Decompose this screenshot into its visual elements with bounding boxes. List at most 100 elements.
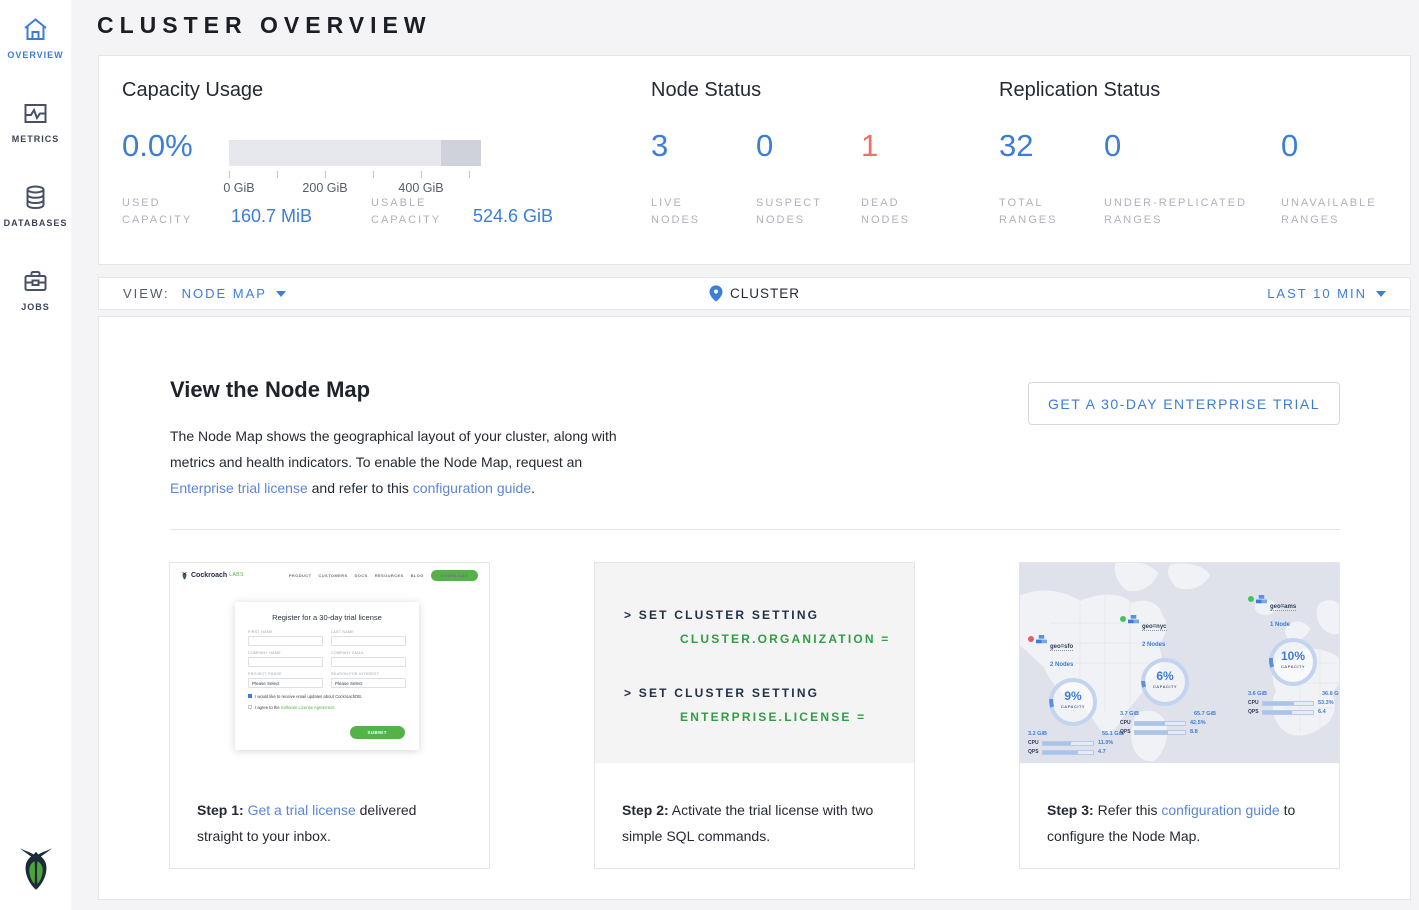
capacity-bar-reserved-segment xyxy=(441,140,481,166)
view-label: VIEW: xyxy=(123,286,170,301)
node-cubes-icon xyxy=(1256,595,1267,606)
qps-value: 8.8 xyxy=(1190,729,1198,735)
map-node-nyc: geo=nyc 2 Nodes 6% CAPACITY 3.7 GiB 65.7… xyxy=(1120,615,1216,735)
node-locality-label: geo=ams xyxy=(1270,604,1296,611)
under-replicated-ranges-count: 0 xyxy=(1104,128,1121,164)
configuration-guide-link[interactable]: configuration guide xyxy=(413,480,531,496)
sidebar-item-label: JOBS xyxy=(21,302,50,312)
sql-setting: CLUSTER.ORGANIZATION = xyxy=(624,631,914,647)
node-total-capacity: 36.6 GiB xyxy=(1322,691,1339,697)
sql-commands-snippet: > SET CLUSTER SETTING CLUSTER.ORGANIZATI… xyxy=(595,563,914,763)
node-status-dot-dead xyxy=(1028,636,1034,642)
capacity-donut: 6% CAPACITY xyxy=(1138,655,1192,709)
node-status-dot-live xyxy=(1248,596,1254,602)
node-map-preview: geo=sfo 2 Nodes 9% CAPACITY 3.2 GiB 55.1… xyxy=(1020,563,1339,763)
sidebar-item-jobs[interactable]: JOBS xyxy=(0,252,71,312)
sidebar-item-overview[interactable]: OVERVIEW xyxy=(0,0,71,60)
live-nodes-count: 3 xyxy=(651,128,668,164)
step1-registration-screenshot: CockroachLABS PRODUCT CUSTOMERS DOCS RES… xyxy=(170,563,489,763)
total-ranges-count: 32 xyxy=(999,128,1033,164)
sidebar-item-label: METRICS xyxy=(12,134,60,144)
used-capacity-label: USEDCAPACITY xyxy=(122,195,192,229)
unavailable-ranges-label: UNAVAILABLERANGES xyxy=(1281,195,1377,229)
chevron-down-icon xyxy=(1376,291,1386,297)
capacity-bar xyxy=(229,140,481,166)
capacity-donut: 9% CAPACITY xyxy=(1046,675,1100,729)
trial-license-form: Register for a 30-day trial license FIRS… xyxy=(235,602,419,750)
node-locality-label: geo=sfo xyxy=(1050,644,1073,651)
node-status-dot-live xyxy=(1120,616,1126,622)
qps-value: 6.4 xyxy=(1318,709,1326,715)
step1-card: CockroachLABS PRODUCT CUSTOMERS DOCS RES… xyxy=(169,562,490,869)
node-cubes-icon xyxy=(1128,615,1139,626)
sidebar-item-metrics[interactable]: METRICS xyxy=(0,84,71,144)
capacity-donut: 10% CAPACITY xyxy=(1266,635,1320,689)
step2-card: > SET CLUSTER SETTING CLUSTER.ORGANIZATI… xyxy=(594,562,915,869)
mini-site-nav: PRODUCT CUSTOMERS DOCS RESOURCES BLOG DO… xyxy=(289,570,478,581)
cpu-sparkline xyxy=(1042,741,1094,746)
map-node-sfo: geo=sfo 2 Nodes 9% CAPACITY 3.2 GiB 55.1… xyxy=(1028,635,1124,755)
last-name-field xyxy=(331,636,406,646)
node-count-label: 1 Node xyxy=(1270,622,1290,628)
database-icon xyxy=(22,184,49,211)
sidebar-item-label: DATABASES xyxy=(4,218,68,228)
company-email-field xyxy=(331,657,406,667)
home-icon xyxy=(22,16,49,43)
email-updates-checkbox xyxy=(248,694,252,698)
qps-sparkline xyxy=(1042,750,1094,755)
suspect-nodes-count: 0 xyxy=(756,128,773,164)
unavailable-ranges-count: 0 xyxy=(1281,128,1298,164)
capacity-axis-labels: 0 GiB 200 GiB 400 GiB xyxy=(229,181,481,197)
cpu-sparkline xyxy=(1134,721,1186,726)
cluster-summary-panel: Capacity Usage 0.0% 0 GiB 200 GiB 400 Gi… xyxy=(98,55,1411,265)
node-locality-label: geo=nyc xyxy=(1142,624,1167,631)
breadcrumb-cluster: CLUSTER xyxy=(709,285,800,302)
node-total-capacity: 65.7 GiB xyxy=(1194,711,1216,717)
capacity-percent: 0.0% xyxy=(122,128,193,164)
view-selector-dropdown[interactable]: NODE MAP xyxy=(182,286,286,301)
chevron-down-icon xyxy=(276,291,286,297)
axis-label: 200 GiB xyxy=(302,181,347,195)
metrics-chart-icon xyxy=(22,100,49,127)
qps-sparkline xyxy=(1262,710,1314,715)
cpu-value: 42.5% xyxy=(1190,720,1206,726)
form-title: Register for a 30-day trial license xyxy=(248,613,406,622)
time-range-dropdown[interactable]: LAST 10 MIN xyxy=(1267,286,1386,301)
project-phase-select: Please Select xyxy=(248,678,323,688)
configuration-guide-link[interactable]: configuration guide xyxy=(1161,802,1279,818)
cockroachdb-logo xyxy=(17,846,55,892)
page-title: CLUSTER OVERVIEW xyxy=(97,12,432,39)
mini-site-header: CockroachLABS PRODUCT CUSTOMERS DOCS RES… xyxy=(170,563,489,587)
live-nodes-label: LIVENODES xyxy=(651,195,700,229)
map-node-ams: geo=ams 1 Node 10% CAPACITY 3.6 GiB 36.6… xyxy=(1248,595,1339,715)
node-map-panel: View the Node Map The Node Map shows the… xyxy=(98,316,1411,900)
view-bar: VIEW: NODE MAP CLUSTER LAST 10 MIN xyxy=(98,277,1411,310)
qps-sparkline xyxy=(1134,730,1186,735)
mini-submit-button: SUBMIT xyxy=(350,726,405,739)
enterprise-trial-license-link[interactable]: Enterprise trial license xyxy=(170,480,308,496)
usable-capacity-label: USABLECAPACITY xyxy=(371,195,441,229)
node-count-label: 2 Nodes xyxy=(1142,642,1165,648)
reason-select: Please Select xyxy=(331,678,406,688)
cpu-sparkline xyxy=(1262,701,1314,706)
axis-label: 0 GiB xyxy=(223,181,254,195)
enterprise-trial-button[interactable]: GET A 30-DAY ENTERPRISE TRIAL xyxy=(1028,382,1340,425)
dead-nodes-label: DEADNODES xyxy=(861,195,910,229)
sql-command: > SET CLUSTER SETTING xyxy=(624,685,914,701)
cockroach-labs-logo: CockroachLABS xyxy=(181,571,244,580)
node-map-heading: View the Node Map xyxy=(170,377,370,403)
capacity-usage-title: Capacity Usage xyxy=(122,79,263,102)
section-divider xyxy=(170,529,1340,530)
capacity-axis-ticks xyxy=(229,171,470,179)
node-count-label: 2 Nodes xyxy=(1050,662,1073,668)
license-agreement-checkbox xyxy=(248,705,252,709)
usable-capacity-value: 524.6 GiB xyxy=(473,206,553,227)
node-cubes-icon xyxy=(1036,635,1047,646)
suspect-nodes-label: SUSPECTNODES xyxy=(756,195,822,229)
sidebar-item-databases[interactable]: DATABASES xyxy=(0,168,71,228)
get-trial-license-link[interactable]: Get a trial license xyxy=(248,802,356,818)
qps-value: 4.7 xyxy=(1098,749,1106,755)
first-name-field xyxy=(248,636,323,646)
node-used-capacity: 3.2 GiB xyxy=(1028,731,1047,737)
step2-caption: Step 2: Activate the trial license with … xyxy=(595,763,914,849)
